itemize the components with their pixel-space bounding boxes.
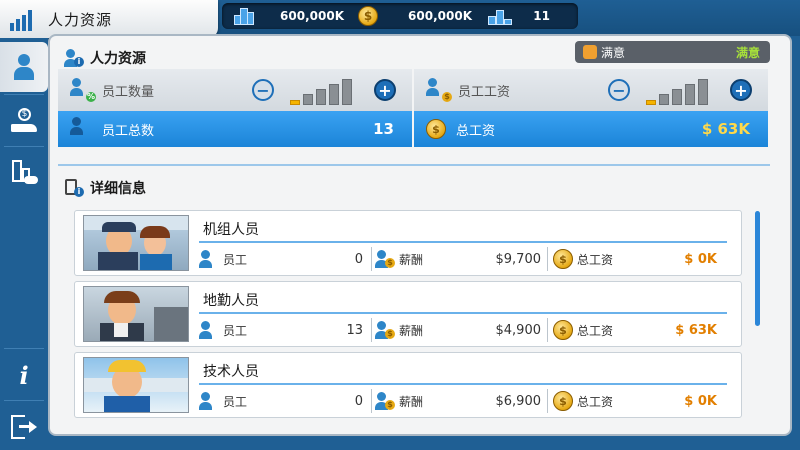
staff-count-cell: 员工 13 bbox=[199, 318, 367, 342]
level-bar bbox=[290, 100, 300, 105]
total-staff-row: 员工总数 13 bbox=[58, 111, 412, 147]
staff-count-group: % 员工数量 − + 员工总数 13 bbox=[58, 69, 412, 147]
level-bar bbox=[303, 94, 313, 105]
level-bar bbox=[685, 84, 695, 105]
person-icon bbox=[13, 54, 35, 80]
staff-card-technical[interactable]: 技术人员 员工 0 $ 薪酬 $6,900 $ 总工资 $ 0K bbox=[74, 352, 742, 418]
bar-chart-icon bbox=[10, 7, 38, 31]
staff-coin-icon: $ bbox=[375, 250, 395, 268]
staff-detail-list[interactable]: 机组人员 员工 0 $ 薪酬 $9,700 $ 总工资 $ 0K 地勤人员 员工… bbox=[58, 202, 770, 434]
page-title: 人力资源 bbox=[48, 10, 113, 29]
exit-icon bbox=[11, 415, 37, 439]
building-handshake-icon bbox=[10, 160, 38, 186]
hr-section-title: i 人力资源 bbox=[64, 48, 146, 68]
thumbs-up-icon bbox=[583, 45, 597, 59]
hand-money-icon: $ bbox=[11, 108, 37, 134]
staff-card-ground[interactable]: 地勤人员 员工 13 $ 薪酬 $4,900 $ 总工资 $ 63K bbox=[74, 281, 742, 347]
staff-count-label: 员工数量 bbox=[102, 84, 155, 100]
details-section-title: i 详细信息 bbox=[64, 178, 146, 198]
total-salary-row: $ 总工资 $ 63K bbox=[414, 111, 768, 147]
coins-value: 600,000K bbox=[408, 9, 472, 23]
rank-stat: 11 bbox=[478, 3, 578, 29]
money-stat: 600,000K bbox=[222, 3, 350, 29]
satisfaction-label: 满意 bbox=[601, 45, 626, 60]
total-salary-value: $ 63K bbox=[701, 120, 750, 138]
coin-icon: $ bbox=[553, 249, 573, 269]
resource-bar: 600,000K $ 600,000K 11 bbox=[222, 3, 578, 29]
staff-count-row: % 员工数量 − + bbox=[58, 69, 412, 111]
info-icon: i bbox=[19, 360, 29, 390]
level-bar bbox=[659, 94, 669, 105]
technician-portrait bbox=[83, 357, 189, 413]
staff-group-icon bbox=[199, 250, 219, 268]
total-salary-cell: $ 总工资 $ 63K bbox=[553, 318, 721, 342]
sidebar-item-finance[interactable]: $ bbox=[0, 96, 48, 146]
section-divider bbox=[58, 164, 770, 166]
salary-cell: $ 薪酬 $9,700 bbox=[375, 247, 545, 271]
coin-icon: $ bbox=[358, 6, 378, 26]
coin-icon: $ bbox=[553, 391, 573, 411]
staff-count-minus-button[interactable]: − bbox=[252, 79, 274, 101]
staff-coin-icon: $ bbox=[426, 78, 452, 102]
sidebar: $ i bbox=[0, 38, 48, 450]
coin-icon: $ bbox=[553, 320, 573, 340]
staff-group-icon bbox=[70, 117, 96, 141]
title-tab: 人力资源 bbox=[0, 0, 218, 38]
staff-card-name: 机组人员 bbox=[203, 222, 259, 238]
staff-group-icon bbox=[199, 321, 219, 339]
staff-count-level-bars bbox=[290, 77, 358, 105]
building-icon bbox=[234, 8, 254, 25]
hr-summary: % 员工数量 − + 员工总数 13 $ 员工工资 − + $ 总工资 $ 63… bbox=[58, 69, 768, 147]
list-scrollbar[interactable] bbox=[755, 211, 760, 326]
staff-card-crew[interactable]: 机组人员 员工 0 $ 薪酬 $9,700 $ 总工资 $ 0K bbox=[74, 210, 742, 276]
sidebar-item-exit[interactable] bbox=[0, 402, 48, 450]
total-salary-cell: $ 总工资 $ 0K bbox=[553, 389, 721, 413]
crew-portrait bbox=[83, 215, 189, 271]
staff-count-cell: 员工 0 bbox=[199, 247, 367, 271]
level-bar bbox=[672, 89, 682, 105]
money-value: 600,000K bbox=[280, 9, 344, 23]
staff-salary-level-bars bbox=[646, 77, 714, 105]
staff-count-cell: 员工 0 bbox=[199, 389, 367, 413]
podium-icon bbox=[488, 8, 512, 25]
satisfaction-value: 满意 bbox=[735, 45, 760, 60]
staff-card-name: 技术人员 bbox=[203, 364, 259, 380]
ground-staff-portrait bbox=[83, 286, 189, 342]
main-panel: i 人力资源 满意 满意 % 员工数量 − + 员工总数 13 $ 员工工资 −… bbox=[50, 36, 790, 434]
level-bar bbox=[329, 84, 339, 105]
sidebar-item-partners[interactable] bbox=[0, 148, 48, 198]
staff-salary-group: $ 员工工资 − + $ 总工资 $ 63K bbox=[414, 69, 768, 147]
coins-stat: $ 600,000K bbox=[350, 3, 478, 29]
level-bar bbox=[646, 100, 656, 105]
document-info-icon: i bbox=[64, 179, 84, 197]
staff-percent-icon: % bbox=[70, 78, 96, 102]
total-staff-value: 13 bbox=[373, 120, 394, 138]
staff-salary-minus-button[interactable]: − bbox=[608, 79, 630, 101]
level-bar bbox=[316, 89, 326, 105]
staff-count-plus-button[interactable]: + bbox=[374, 79, 396, 101]
level-bar bbox=[342, 79, 352, 105]
total-staff-label: 员工总数 bbox=[102, 123, 155, 139]
salary-cell: $ 薪酬 $6,900 bbox=[375, 389, 545, 413]
staff-card-name: 地勤人员 bbox=[203, 293, 259, 309]
total-salary-cell: $ 总工资 $ 0K bbox=[553, 247, 721, 271]
total-salary-label: 总工资 bbox=[456, 123, 496, 139]
staff-salary-plus-button[interactable]: + bbox=[730, 79, 752, 101]
staff-salary-label: 员工工资 bbox=[458, 84, 511, 100]
sidebar-item-hr[interactable] bbox=[0, 42, 48, 92]
salary-cell: $ 薪酬 $4,900 bbox=[375, 318, 545, 342]
satisfaction-bar: 满意 满意 bbox=[575, 41, 770, 63]
staff-coin-icon: $ bbox=[375, 392, 395, 410]
staff-coin-icon: $ bbox=[375, 321, 395, 339]
sidebar-item-info[interactable]: i bbox=[0, 350, 48, 400]
person-info-icon: i bbox=[64, 49, 84, 67]
level-bar bbox=[698, 79, 708, 105]
coin-icon: $ bbox=[426, 119, 446, 139]
staff-salary-row: $ 员工工资 − + bbox=[414, 69, 768, 111]
rank-value: 11 bbox=[533, 9, 550, 23]
staff-group-icon bbox=[199, 392, 219, 410]
